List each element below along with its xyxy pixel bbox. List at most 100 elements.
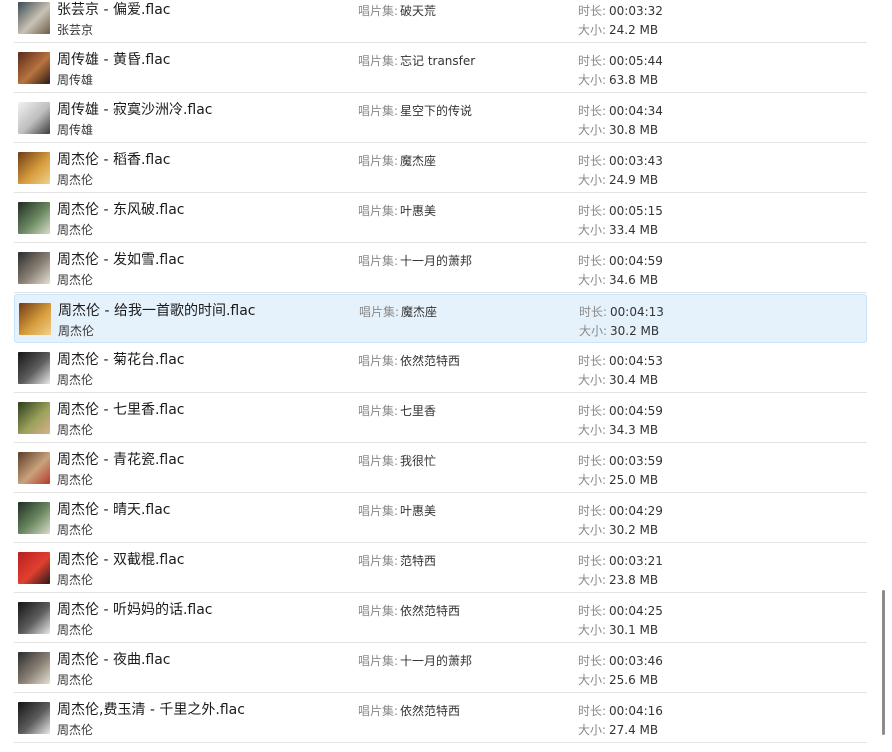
- track-duration: 00:05:15: [609, 204, 663, 218]
- track-album: 依然范特西: [400, 354, 461, 368]
- track-row[interactable]: 周杰伦 - 给我一首歌的时间.flac 周杰伦 唱片集: 魔杰座 时长: 00:04:13…: [14, 294, 867, 343]
- track-size: 30.2 MB: [610, 324, 660, 338]
- track-album: 魔杰座: [400, 154, 437, 168]
- track-row[interactable]: 周杰伦 - 菊花台.flac 周杰伦 唱片集: 依然范特西 时长: 00:04:53 大小:…: [14, 344, 867, 393]
- duration-label: 时长:: [578, 554, 607, 568]
- album-cover-icon: [18, 452, 50, 484]
- album-cover-icon: [18, 502, 50, 534]
- scrollbar-thumb[interactable]: [882, 590, 885, 735]
- track-row[interactable]: 周杰伦 - 晴天.flac 周杰伦 唱片集: 叶惠美 时长: 00:04:29 大小: 30.…: [14, 494, 867, 543]
- track-size: 34.6 MB: [609, 273, 659, 287]
- duration-label: 时长:: [578, 104, 607, 118]
- album-label: 唱片集:: [358, 204, 399, 218]
- album-label: 唱片集:: [358, 554, 399, 568]
- track-album: 星空下的传说: [400, 104, 473, 118]
- album-cover-icon: [18, 702, 50, 734]
- album-cover-icon: [18, 552, 50, 584]
- track-title: 张芸京 - 偏爱.flac: [57, 2, 171, 18]
- track-title: 周杰伦,费玉清 - 千里之外.flac: [57, 702, 245, 718]
- track-row[interactable]: 周杰伦 - 七里香.flac 周杰伦 唱片集: 七里香 时长: 00:04:59 大小: 34…: [14, 394, 867, 443]
- track-title: 周杰伦 - 七里香.flac: [57, 402, 185, 418]
- track-row[interactable]: 周杰伦 - 青花瓷.flac 周杰伦 唱片集: 我很忙 时长: 00:03:59 大小: 25…: [14, 444, 867, 493]
- album-cover-icon: [18, 652, 50, 684]
- track-size: 30.4 MB: [609, 373, 659, 387]
- track-row[interactable]: 周杰伦 - 听妈妈的话.flac 周杰伦 唱片集: 依然范特西 时长: 00:04:25 大…: [14, 594, 867, 643]
- track-size: 23.8 MB: [609, 573, 659, 587]
- size-label: 大小:: [578, 673, 607, 687]
- track-size: 24.9 MB: [609, 173, 659, 187]
- track-size: 33.4 MB: [609, 223, 659, 237]
- track-album: 叶惠美: [400, 504, 437, 518]
- track-row[interactable]: 周杰伦 - 夜曲.flac 周杰伦 唱片集: 十一月的萧邦 时长: 00:03:46 大小:…: [14, 644, 867, 693]
- size-label: 大小:: [578, 573, 607, 587]
- track-artist: 周杰伦: [57, 273, 94, 287]
- track-title: 周传雄 - 黄昏.flac: [57, 52, 171, 68]
- track-artist: 周杰伦: [57, 623, 94, 637]
- track-album: 七里香: [400, 404, 437, 418]
- duration-label: 时长:: [578, 4, 607, 18]
- track-size: 34.3 MB: [609, 423, 659, 437]
- track-row[interactable]: 周杰伦 - 双截棍.flac 周杰伦 唱片集: 范特西 时长: 00:03:21 大小: 23…: [14, 544, 867, 593]
- track-artist: 周杰伦: [57, 373, 94, 387]
- duration-label: 时长:: [578, 54, 607, 68]
- track-title: 周杰伦 - 菊花台.flac: [57, 352, 185, 368]
- album-cover-icon: [18, 602, 50, 634]
- track-duration: 00:03:21: [609, 554, 663, 568]
- duration-label: 时长:: [578, 354, 607, 368]
- track-row[interactable]: 张芸京 - 偏爱.flac 张芸京 唱片集: 破天荒 时长: 00:03:32 大小: 24.…: [14, 0, 867, 43]
- duration-label: 时长:: [578, 504, 607, 518]
- duration-label: 时长:: [578, 704, 607, 718]
- track-album: 范特西: [400, 554, 437, 568]
- size-label: 大小:: [578, 373, 607, 387]
- track-title: 周杰伦 - 青花瓷.flac: [57, 452, 185, 468]
- track-artist: 周杰伦: [58, 324, 95, 338]
- track-row[interactable]: 周传雄 - 寂寞沙洲冷.flac 周传雄 唱片集: 星空下的传说 时长: 00:04:34…: [14, 94, 867, 143]
- track-duration: 00:04:13: [610, 305, 664, 319]
- track-size: 30.1 MB: [609, 623, 659, 637]
- duration-label: 时长:: [579, 305, 608, 319]
- album-label: 唱片集:: [358, 254, 399, 268]
- track-size: 27.4 MB: [609, 723, 659, 737]
- track-row[interactable]: 周杰伦 - 东风破.flac 周杰伦 唱片集: 叶惠美 时长: 00:05:15 大小: 33…: [14, 194, 867, 243]
- duration-label: 时长:: [578, 454, 607, 468]
- duration-label: 时长:: [578, 254, 607, 268]
- track-list: 张芸京 - 偏爱.flac 张芸京 唱片集: 破天荒 时长: 00:03:32 大小: 24.…: [14, 0, 867, 752]
- track-title: 周杰伦 - 夜曲.flac: [57, 652, 171, 668]
- track-size: 30.2 MB: [609, 523, 659, 537]
- album-label: 唱片集:: [358, 4, 399, 18]
- track-artist: 周杰伦: [57, 673, 94, 687]
- track-duration: 00:03:32: [609, 4, 663, 18]
- track-duration: 00:05:44: [609, 54, 663, 68]
- track-row[interactable]: 周杰伦 - 发如雪.flac 周杰伦 唱片集: 十一月的萧邦 时长: 00:04:59 大小…: [14, 244, 867, 293]
- duration-label: 时长:: [578, 654, 607, 668]
- size-label: 大小:: [578, 523, 607, 537]
- track-artist: 周杰伦: [57, 223, 94, 237]
- size-label: 大小:: [579, 324, 608, 338]
- track-artist: 周杰伦: [57, 423, 94, 437]
- album-label: 唱片集:: [358, 704, 399, 718]
- track-title: 周传雄 - 寂寞沙洲冷.flac: [57, 102, 213, 118]
- size-label: 大小:: [578, 723, 607, 737]
- track-title: 周杰伦 - 双截棍.flac: [57, 552, 185, 568]
- album-label: 唱片集:: [358, 54, 399, 68]
- track-title: 周杰伦 - 晴天.flac: [57, 502, 171, 518]
- album-label: 唱片集:: [358, 404, 399, 418]
- track-duration: 00:04:16: [609, 704, 663, 718]
- duration-label: 时长:: [578, 154, 607, 168]
- album-cover-icon: [19, 303, 51, 335]
- album-cover-icon: [18, 252, 50, 284]
- duration-label: 时长:: [578, 604, 607, 618]
- track-artist: 周杰伦: [57, 573, 94, 587]
- track-row[interactable]: 周传雄 - 黄昏.flac 周传雄 唱片集: 忘记 transfer 时长: 00:05:…: [14, 44, 867, 93]
- album-cover-icon: [18, 2, 50, 34]
- track-duration: 00:04:53: [609, 354, 663, 368]
- track-row[interactable]: 周杰伦,费玉清 - 千里之外.flac 周杰伦 唱片集: 依然范特西 时长: 00:04:…: [14, 694, 867, 743]
- album-cover-icon: [18, 402, 50, 434]
- size-label: 大小:: [578, 473, 607, 487]
- track-row[interactable]: 周杰伦 - 稻香.flac 周杰伦 唱片集: 魔杰座 时长: 00:03:43 大小: 24.…: [14, 144, 867, 193]
- track-album: 十一月的萧邦: [400, 654, 473, 668]
- album-label: 唱片集:: [358, 454, 399, 468]
- scrollbar-track[interactable]: [879, 0, 892, 752]
- size-label: 大小:: [578, 223, 607, 237]
- track-album: 魔杰座: [401, 305, 438, 319]
